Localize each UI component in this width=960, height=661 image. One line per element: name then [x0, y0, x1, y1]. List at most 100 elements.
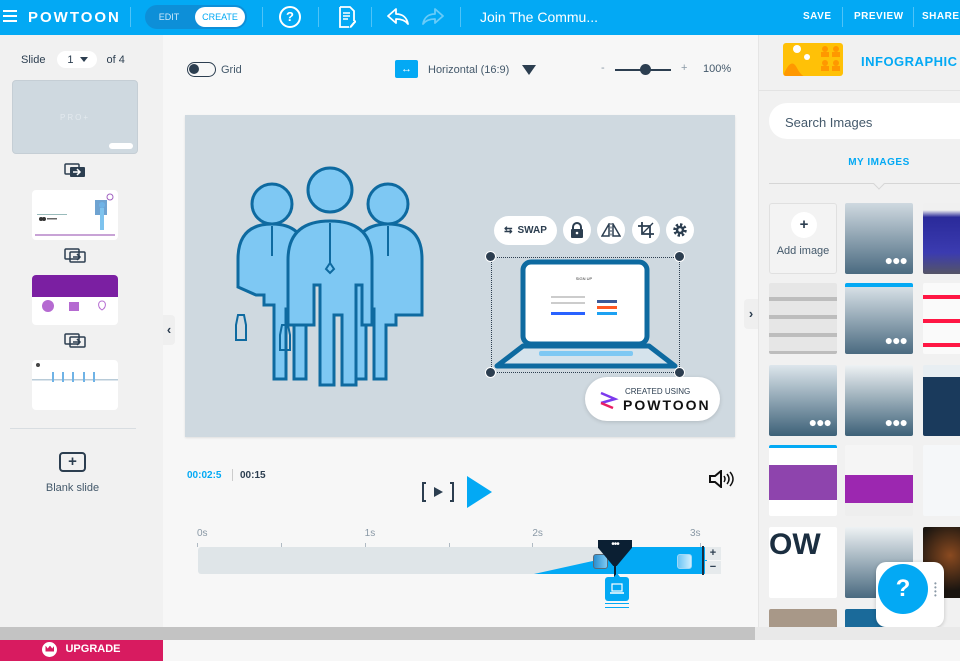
plus-icon: + — [791, 212, 817, 238]
play-scene-icon[interactable] — [421, 481, 455, 503]
timeline-tick-label: 2s — [532, 528, 543, 539]
transition-icon[interactable] — [64, 163, 86, 178]
timeline-zoom-out-button[interactable]: − — [705, 561, 721, 574]
transition-icon[interactable] — [64, 333, 86, 348]
powtoon-logo[interactable]: POWTOON — [28, 9, 121, 26]
drag-handle-icon[interactable]: • • • • — [934, 580, 937, 600]
undo-icon[interactable] — [386, 7, 410, 27]
image-tile[interactable] — [923, 445, 960, 516]
collapse-right-panel-button[interactable]: › — [744, 299, 758, 329]
exit-keyframe-handle[interactable] — [677, 554, 692, 569]
divider — [842, 7, 843, 27]
slide-canvas[interactable]: SIGN UP ⇆ SWAP CREATED USING POWTOON — [185, 115, 735, 437]
orientation-select[interactable]: Horizontal (16:9) — [428, 64, 509, 76]
divider — [759, 90, 960, 91]
current-time: 00:02:5 — [187, 470, 222, 481]
more-options-icon[interactable]: ●●● — [885, 252, 908, 268]
slide-thumbnail-1[interactable]: PRO+ — [12, 80, 138, 154]
help-button[interactable]: ? — [878, 564, 928, 614]
create-mode-button[interactable]: CREATE — [195, 7, 245, 27]
divider — [371, 7, 372, 27]
save-button[interactable]: SAVE — [803, 11, 832, 22]
image-tile[interactable] — [845, 445, 913, 516]
edit-mode-button[interactable]: EDIT — [145, 12, 193, 22]
settings-button[interactable] — [666, 216, 694, 244]
notes-edit-icon[interactable] — [338, 6, 356, 28]
volume-icon[interactable] — [708, 470, 734, 488]
mode-toggle[interactable]: EDIT CREATE — [145, 5, 247, 29]
image-tile[interactable] — [923, 283, 960, 354]
more-options-icon[interactable]: ●●● — [809, 414, 832, 430]
crop-button[interactable] — [632, 216, 660, 244]
category-title[interactable]: INFOGRAPHIC — [861, 54, 958, 69]
slide-thumbnail-4[interactable] — [32, 360, 118, 410]
timeline-tick-label: 3s — [690, 528, 701, 539]
media-library-panel: INFOGRAPHIC Search Images MY IMAGES + Ad… — [758, 35, 960, 627]
scrollbar-thumb[interactable] — [0, 627, 755, 640]
share-button[interactable]: SHARE — [922, 11, 960, 22]
lock-button[interactable] — [563, 216, 591, 244]
collapse-left-panel-button[interactable]: ‹ — [163, 315, 175, 345]
help-icon[interactable]: ? — [279, 6, 301, 28]
tab-my-images[interactable]: MY IMAGES — [759, 157, 960, 168]
flip-button[interactable] — [597, 216, 625, 244]
upgrade-label: UPGRADE — [65, 643, 121, 655]
total-time: 00:15 — [240, 470, 266, 481]
upgrade-button[interactable]: UPGRADE — [0, 637, 163, 661]
timeline-track[interactable] — [198, 547, 707, 574]
horizontal-scrollbar[interactable] — [0, 627, 960, 640]
transition-icon[interactable] — [64, 248, 86, 263]
search-images-input[interactable]: Search Images — [769, 103, 960, 139]
hamburger-menu-icon[interactable] — [3, 10, 17, 22]
grid-toggle[interactable] — [187, 62, 216, 77]
add-blank-slide-icon[interactable]: + — [59, 452, 86, 472]
blank-slide-label[interactable]: Blank slide — [0, 482, 145, 494]
slide-selector: Slide 1 of 4 — [21, 51, 125, 68]
image-tile[interactable] — [769, 445, 837, 516]
swap-button[interactable]: ⇆ SWAP — [494, 216, 557, 245]
zoom-slider-handle[interactable] — [639, 64, 651, 75]
image-tile[interactable]: ●●● — [845, 283, 913, 354]
crop-icon — [638, 222, 654, 238]
more-options-icon[interactable]: ••• — [605, 539, 625, 550]
image-tile[interactable] — [923, 365, 960, 436]
image-tile[interactable] — [769, 609, 837, 627]
timeline-zoom-in-button[interactable]: + — [705, 547, 721, 560]
powtoon-watermark[interactable]: CREATED USING POWTOON — [585, 377, 720, 421]
slide-thumbnail-2[interactable] — [32, 190, 118, 240]
caret-down-icon[interactable] — [522, 65, 536, 75]
slide-count: of 4 — [106, 53, 125, 66]
image-tile[interactable]: ●●● — [769, 365, 837, 436]
timeline-end-marker[interactable] — [702, 546, 704, 575]
add-image-button[interactable]: + Add image — [769, 203, 837, 274]
help-widget[interactable]: ? • • • • — [876, 562, 944, 627]
crown-icon — [42, 641, 58, 657]
project-title[interactable]: Join The Commu... — [480, 9, 598, 25]
slides-panel: Slide 1 of 4 PRO+ + Blank slide UPGRADE — [0, 35, 163, 661]
zoom-out-button[interactable]: - — [601, 62, 605, 74]
orientation-icon[interactable]: ↔ — [395, 60, 418, 78]
slide-thumbnail-3[interactable] — [32, 275, 118, 325]
image-tile[interactable] — [923, 203, 960, 274]
more-options-icon[interactable]: ●●● — [885, 332, 908, 348]
swap-icon: ⇆ — [504, 225, 513, 236]
laptop-illustration[interactable]: SIGN UP — [493, 258, 679, 373]
infographic-category-thumbnail[interactable] — [783, 43, 843, 76]
redo-icon[interactable] — [421, 7, 445, 27]
zoom-in-button[interactable]: + — [681, 62, 687, 74]
image-tile[interactable]: ●●● — [845, 203, 913, 274]
business-team-illustration[interactable] — [230, 165, 430, 395]
resize-handle-bottom-left[interactable] — [485, 367, 496, 378]
layer-tag[interactable] — [605, 573, 629, 601]
preview-button[interactable]: PREVIEW — [854, 11, 904, 22]
timeline-tick-label: 0s — [197, 528, 208, 539]
slide-dropdown[interactable]: 1 — [57, 51, 98, 68]
powtoon-logo-icon — [600, 391, 619, 410]
resize-handle-top-left[interactable] — [485, 251, 496, 262]
image-tile[interactable]: ●●● — [845, 365, 913, 436]
resize-handle-top-right[interactable] — [674, 251, 685, 262]
image-tile[interactable] — [769, 283, 837, 354]
more-options-icon[interactable]: ●●● — [885, 414, 908, 430]
image-tile[interactable]: OW — [769, 527, 837, 598]
play-button[interactable] — [467, 476, 492, 508]
